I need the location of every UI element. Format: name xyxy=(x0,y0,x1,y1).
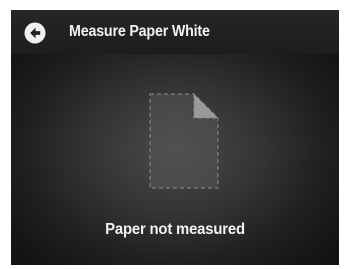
page-title: Measure Paper White xyxy=(69,23,210,40)
back-button[interactable] xyxy=(24,22,46,44)
status-message: Paper not measured xyxy=(105,221,245,238)
blank-document-icon xyxy=(149,93,219,189)
header-bar: Measure Paper White xyxy=(11,10,339,54)
back-arrow-circle-icon[interactable] xyxy=(24,22,46,44)
device-screen: Measure Paper White Paper not measured xyxy=(11,10,339,265)
